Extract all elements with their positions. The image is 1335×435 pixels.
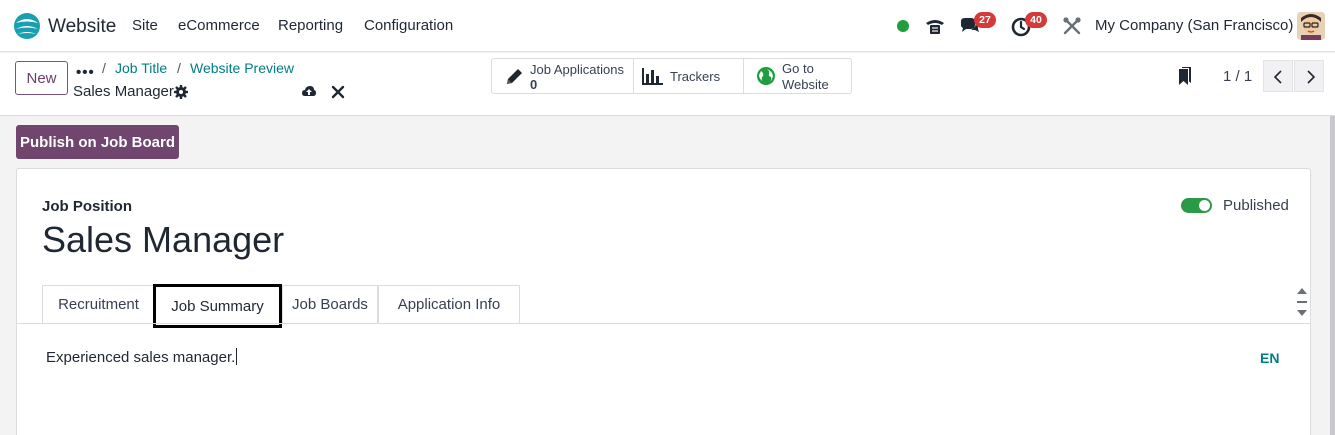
app-name[interactable]: Website — [48, 16, 116, 38]
new-button[interactable]: New — [15, 61, 68, 95]
form-sheet: Job Position Sales Manager Published Rec… — [16, 168, 1311, 435]
globe-icon — [757, 67, 775, 85]
publish-on-job-board-button[interactable]: Publish on Job Board — [16, 125, 179, 159]
published-toggle[interactable] — [1181, 198, 1212, 213]
tab-recruitment[interactable]: Recruitment — [42, 285, 155, 324]
job-applications-count: 0 — [530, 77, 538, 92]
messages-badge: 27 — [974, 12, 996, 28]
trackers-label: Trackers — [670, 69, 721, 84]
tab-application-info[interactable]: Application Info — [378, 285, 520, 324]
job-applications-label: Job Applications — [530, 62, 624, 77]
app-logo-icon[interactable] — [13, 12, 41, 40]
job-applications-button[interactable]: Job Applications 0 — [492, 59, 633, 93]
job-summary-editor[interactable]: Experienced sales manager. — [46, 348, 238, 366]
vertical-scrollbar[interactable] — [1330, 116, 1335, 435]
pager-previous-button[interactable] — [1263, 60, 1293, 92]
activities-badge: 40 — [1025, 12, 1047, 28]
chevron-right-icon — [1307, 70, 1316, 84]
gear-icon[interactable] — [173, 84, 189, 100]
cloud-upload-icon[interactable] — [301, 83, 317, 99]
tab-divider — [17, 323, 1310, 324]
chevron-left-icon — [1273, 70, 1282, 84]
breadcrumb-separator: / — [177, 60, 181, 76]
smart-buttons: Job Applications 0 Trackers Go to Websit… — [491, 58, 852, 94]
pencil-icon — [507, 69, 522, 84]
close-icon[interactable] — [330, 84, 346, 100]
menu-ecommerce[interactable]: eCommerce — [178, 17, 260, 34]
tab-job-summary[interactable]: Job Summary — [153, 284, 282, 328]
avatar[interactable] — [1297, 12, 1325, 40]
bar-chart-icon — [642, 68, 663, 85]
tools-icon[interactable] — [1060, 14, 1084, 38]
text-caret — [236, 348, 238, 365]
breadcrumb-website-preview[interactable]: Website Preview — [190, 60, 294, 76]
go-to-website-line1: Go to — [782, 61, 814, 76]
scroll-arrows-icon[interactable] — [1294, 286, 1310, 322]
trackers-button[interactable]: Trackers — [633, 59, 743, 93]
menu-reporting[interactable]: Reporting — [278, 17, 343, 34]
job-title-field[interactable]: Sales Manager — [42, 219, 284, 261]
go-to-website-button[interactable]: Go to Website — [743, 59, 852, 93]
breadcrumb-more[interactable]: ••• — [76, 64, 95, 81]
job-position-label: Job Position — [42, 198, 132, 215]
pager-value[interactable]: 1 / 1 — [1223, 68, 1252, 85]
control-panel: New ••• / Job Title / Website Preview Sa… — [0, 53, 1335, 116]
language-button[interactable]: EN — [1260, 350, 1279, 366]
phone-icon[interactable] — [923, 14, 947, 38]
breadcrumb-job-title[interactable]: Job Title — [115, 60, 167, 76]
breadcrumb-separator: / — [102, 60, 106, 76]
menu-site[interactable]: Site — [132, 17, 158, 34]
bookmark-icon[interactable] — [1176, 67, 1194, 87]
status-online-dot — [897, 20, 909, 32]
record-name: Sales Manager — [73, 83, 174, 100]
menu-configuration[interactable]: Configuration — [364, 17, 453, 34]
job-summary-text: Experienced sales manager. — [46, 349, 236, 366]
go-to-website-line2: Website — [782, 77, 829, 92]
tab-job-boards[interactable]: Job Boards — [282, 285, 378, 324]
published-label: Published — [1223, 197, 1289, 214]
company-switcher[interactable]: My Company (San Francisco) — [1095, 17, 1293, 34]
top-navbar: Website Site eCommerce Reporting Configu… — [0, 0, 1335, 52]
toggle-knob — [1199, 200, 1210, 211]
pager-next-button[interactable] — [1294, 60, 1324, 92]
